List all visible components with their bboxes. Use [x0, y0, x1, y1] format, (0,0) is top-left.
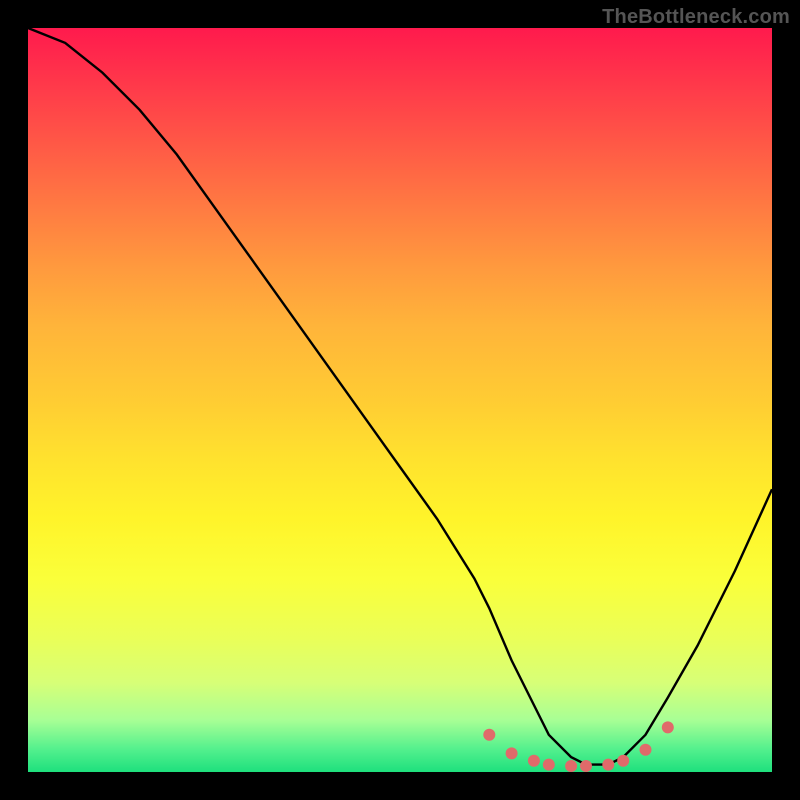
optimal-range-markers	[483, 721, 674, 772]
marker-dot	[617, 755, 629, 767]
marker-dot	[662, 721, 674, 733]
marker-dot	[640, 744, 652, 756]
marker-dot	[528, 755, 540, 767]
marker-dot	[580, 760, 592, 772]
chart-frame: TheBottleneck.com	[0, 0, 800, 800]
marker-dot	[506, 747, 518, 759]
marker-dot	[565, 760, 577, 772]
plot-area	[28, 28, 772, 772]
marker-dot	[483, 729, 495, 741]
marker-dot	[602, 759, 614, 771]
curve-svg	[28, 28, 772, 772]
watermark-text: TheBottleneck.com	[602, 6, 790, 29]
bottleneck-curve	[28, 28, 772, 765]
marker-dot	[543, 759, 555, 771]
